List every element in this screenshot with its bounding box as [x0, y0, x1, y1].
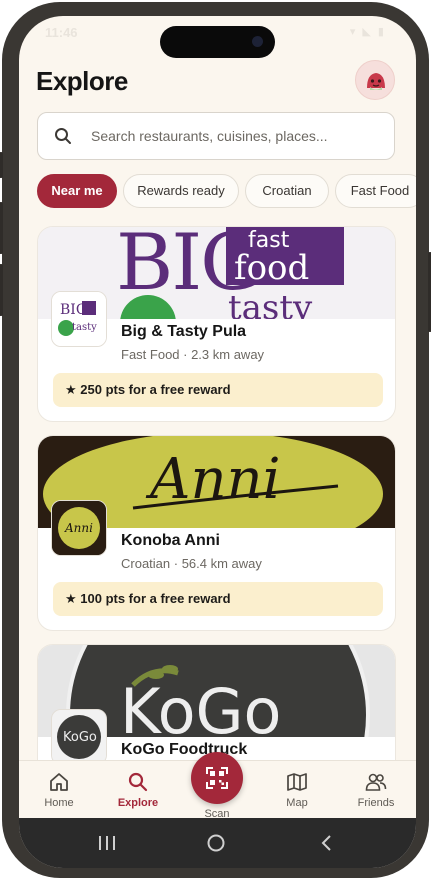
avatar[interactable]: [355, 60, 395, 100]
recents-icon[interactable]: [97, 834, 117, 852]
restaurant-logo: Anni: [51, 500, 107, 556]
restaurant-card[interactable]: Anni Anni Konoba Anni Croatian · 56.4 km…: [37, 435, 396, 631]
chip-croatian[interactable]: Croatian: [245, 174, 329, 208]
svg-text:tasty: tasty: [228, 288, 313, 319]
restaurant-logo: BIG tasty: [51, 291, 107, 347]
qr-scan-icon: [206, 767, 228, 789]
svg-text:tasty: tasty: [72, 322, 97, 333]
camera-icon: [252, 36, 263, 47]
nav-explore-label: Explore: [117, 797, 159, 809]
dynamic-island: [160, 26, 275, 58]
restaurant-meta: Fast Food · 2.3 km away: [121, 347, 265, 362]
nav-map[interactable]: Map: [262, 761, 332, 819]
restaurant-name: Big & Tasty Pula: [121, 323, 247, 340]
svg-text:KoGo: KoGo: [120, 675, 281, 737]
nav-explore[interactable]: Explore: [103, 761, 173, 819]
svg-text:KoGo: KoGo: [63, 730, 97, 745]
restaurant-logo: KoGo: [51, 709, 107, 765]
svg-text:Anni: Anni: [64, 521, 93, 535]
svg-text:Anni: Anni: [145, 447, 280, 512]
search-placeholder: Search restaurants, cuisines, places...: [91, 128, 328, 144]
nav-map-label: Map: [286, 797, 308, 809]
friends-icon: [365, 773, 387, 791]
filter-chips: Near me Rewards ready Croatian Fast Food: [37, 174, 416, 210]
phone-side-button: [0, 152, 3, 178]
kogo-logo: KoGo: [52, 710, 106, 764]
phone-volume-up-button: [0, 202, 3, 254]
chip-rewards-ready[interactable]: Rewards ready: [123, 174, 239, 208]
restaurant-name: Konoba Anni: [121, 532, 220, 549]
home-icon: [50, 773, 68, 791]
reward-banner: ★ 100 pts for a free reward: [53, 582, 383, 616]
app-screen: 11:46 ▾ ◣ ▮ Explore Search restaurants, …: [19, 16, 416, 868]
mascot-avatar-icon: [367, 73, 385, 90]
big-tasty-logo: BIG tasty: [52, 292, 106, 346]
back-icon[interactable]: [319, 834, 335, 852]
status-icons: ▾ ◣ ▮: [349, 26, 386, 38]
search-input[interactable]: Search restaurants, cuisines, places...: [37, 112, 395, 160]
nav-friends[interactable]: Friends: [341, 761, 411, 819]
chip-near-me[interactable]: Near me: [37, 174, 117, 208]
search-icon: [128, 772, 148, 792]
svg-text:food: food: [234, 248, 309, 288]
nav-home[interactable]: Home: [24, 761, 94, 819]
phone-volume-down-button: [0, 264, 3, 316]
page-title: Explore: [36, 66, 128, 96]
home-circle-icon[interactable]: [206, 833, 226, 853]
restaurant-card[interactable]: BIG fast food tasty BIG tasty Big & Tast…: [37, 226, 396, 422]
status-time: 11:46: [45, 25, 78, 40]
phone-frame: 11:46 ▾ ◣ ▮ Explore Search restaurants, …: [0, 2, 431, 878]
system-navigation-bar: [19, 818, 416, 868]
scan-button[interactable]: [191, 752, 243, 804]
map-icon: [287, 773, 307, 791]
konoba-anni-logo: Anni: [52, 501, 106, 555]
reward-banner: ★ 250 pts for a free reward: [53, 373, 383, 407]
chip-fast-food[interactable]: Fast Food: [335, 174, 416, 208]
nav-home-label: Home: [44, 797, 74, 809]
search-icon: [55, 128, 71, 144]
nav-friends-label: Friends: [357, 797, 395, 809]
restaurant-meta: Croatian · 56.4 km away: [121, 556, 262, 571]
